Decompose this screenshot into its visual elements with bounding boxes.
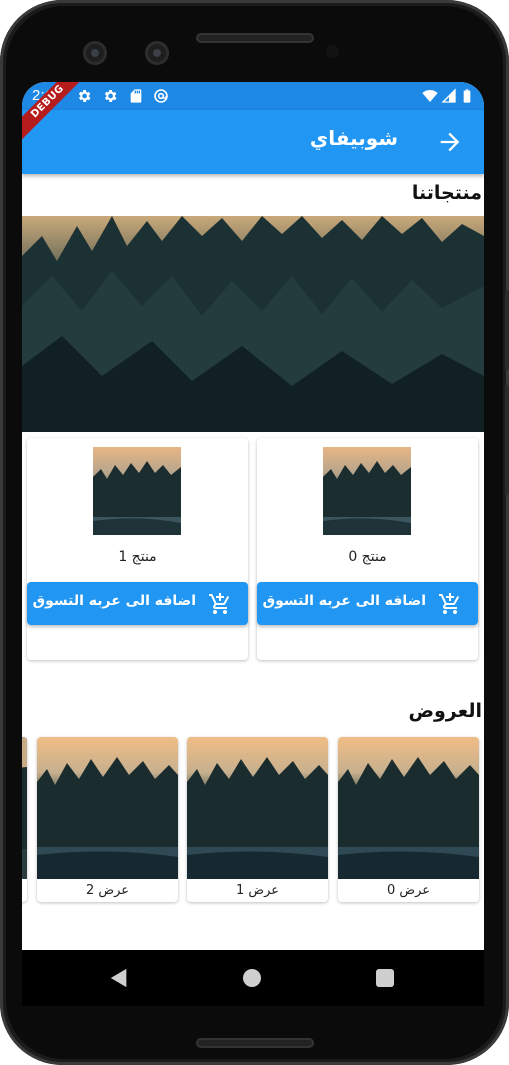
front-camera-icon	[83, 41, 107, 65]
bottom-speaker	[196, 1038, 314, 1048]
offer-card[interactable]: عرض 2	[37, 737, 178, 902]
add-to-cart-button[interactable]: اضافه الى عربه التسوق	[257, 582, 478, 625]
phone-frame: 2:16 شوبيفاي DEBUG منتجاتنا	[0, 0, 509, 1065]
product-card: منتج 0 اضافه الى عربه التسوق	[257, 438, 478, 660]
product-name: منتج 1	[118, 549, 157, 565]
earpiece-speaker	[196, 33, 314, 43]
sd-card-icon	[130, 89, 142, 103]
offer-card-partial[interactable]	[22, 737, 27, 902]
offers-section-title: العروض	[408, 700, 482, 722]
offer-image	[37, 737, 178, 879]
proximity-sensor	[326, 45, 339, 58]
product-image	[93, 447, 181, 535]
add-to-cart-label: اضافه الى عربه التسوق	[32, 593, 196, 609]
nav-home-icon[interactable]	[243, 969, 261, 987]
wifi-icon	[422, 90, 438, 102]
signal-icon	[441, 88, 456, 103]
status-bar: 2:16	[22, 82, 484, 110]
add-shopping-cart-icon	[209, 593, 230, 614]
product-name: منتج 0	[348, 549, 387, 565]
offer-card[interactable]: عرض 0	[338, 737, 479, 902]
nav-recents-icon[interactable]	[376, 969, 394, 987]
app-screen: 2:16 شوبيفاي DEBUG منتجاتنا	[22, 82, 484, 1006]
offer-image	[338, 737, 479, 879]
offer-image	[22, 737, 27, 879]
add-to-cart-label: اضافه الى عربه التسوق	[262, 593, 426, 609]
offer-name: عرض 0	[386, 883, 431, 898]
add-to-cart-button[interactable]: اضافه الى عربه التسوق	[27, 582, 248, 625]
offer-image	[187, 737, 328, 879]
front-camera-icon	[145, 41, 169, 65]
gear-icon	[104, 90, 117, 102]
nav-back-icon[interactable]	[108, 967, 130, 989]
system-navigation-bar	[22, 950, 484, 1006]
products-section-title: منتجاتنا	[411, 182, 482, 204]
product-card: منتج 1 اضافه الى عربه التسوق	[27, 438, 248, 660]
app-title: شوبيفاي	[309, 126, 398, 150]
volume-button	[505, 385, 509, 495]
offer-card[interactable]: عرض 1	[187, 737, 328, 902]
product-image	[323, 447, 411, 535]
battery-icon	[463, 89, 471, 103]
app-bar: شوبيفاي	[22, 110, 484, 174]
arrow-forward-icon[interactable]	[436, 128, 464, 156]
power-button	[505, 290, 509, 370]
gear-icon	[78, 90, 91, 102]
offer-name: عرض 1	[235, 883, 280, 898]
offer-name: عرض 2	[85, 883, 130, 898]
hero-banner-image	[22, 216, 484, 432]
add-shopping-cart-icon	[439, 593, 460, 614]
at-sign-icon	[154, 89, 168, 103]
